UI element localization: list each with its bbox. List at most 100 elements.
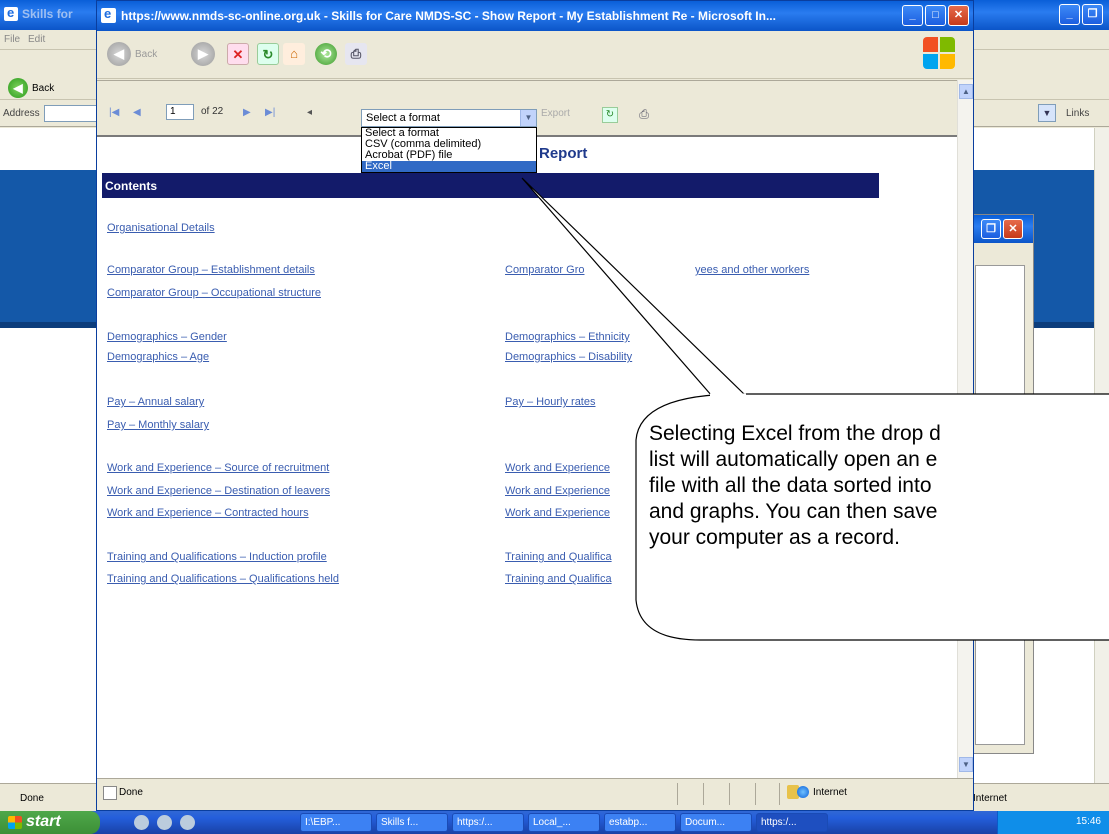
printer-icon: ⎙ xyxy=(345,43,367,65)
report-link[interactable]: Work and Experience xyxy=(505,462,610,474)
report-link[interactable]: Comparator Group – Establishment details xyxy=(107,264,315,276)
minimize-button[interactable]: _ xyxy=(902,5,923,26)
report-link[interactable]: Work and Experience xyxy=(505,507,610,519)
close-button[interactable]: ✕ xyxy=(1003,219,1023,239)
background-status-done: Done xyxy=(20,793,44,804)
chevron-down-icon[interactable]: ▼ xyxy=(520,110,536,126)
forward-button[interactable]: ▶ xyxy=(191,41,215,67)
task-button[interactable]: I:\EBP... xyxy=(300,813,372,832)
format-option-selected[interactable]: Excel xyxy=(362,161,536,172)
task-button[interactable]: Skills f... xyxy=(376,813,448,832)
next-page-icon[interactable]: ▶ xyxy=(243,107,251,118)
report-link[interactable]: Comparator Group – Occupational structur… xyxy=(107,287,321,299)
report-link[interactable]: Pay – Annual salary xyxy=(107,396,204,408)
report-link[interactable]: Work and Experience – Contracted hours xyxy=(107,507,309,519)
report-link[interactable]: yees and other workers xyxy=(695,264,809,276)
report-link[interactable]: Work and Experience – Source of recruitm… xyxy=(107,462,329,474)
task-button-active[interactable]: https:/... xyxy=(756,813,828,832)
report-link[interactable]: Work and Experience – Destination of lea… xyxy=(107,485,330,497)
last-page-icon[interactable]: ▶| xyxy=(265,107,275,118)
back-to-parent-icon[interactable]: ◂ xyxy=(307,107,312,118)
report-link[interactable]: Training and Qualifica xyxy=(505,573,612,585)
popup-window-title: https://www.nmds-sc-online.org.uk - Skil… xyxy=(121,9,776,23)
task-button[interactable]: Local_... xyxy=(528,813,600,832)
background-window-title: Skills for xyxy=(22,7,73,21)
report-link[interactable]: Demographics – Disability xyxy=(505,351,632,363)
task-list: I:\EBP... Skills f... https:/... Local_.… xyxy=(300,813,828,832)
print-button[interactable]: ⎙ xyxy=(345,41,367,67)
task-button[interactable]: Docum... xyxy=(680,813,752,832)
report-link[interactable]: Pay – Monthly salary xyxy=(107,419,209,431)
report-link[interactable]: Demographics – Gender xyxy=(107,331,227,343)
report-link[interactable]: Training and Qualifica xyxy=(505,551,612,563)
popup-status-done: Done xyxy=(119,787,143,798)
restore-button[interactable]: ❐ xyxy=(1082,4,1103,25)
ie-icon xyxy=(4,5,18,21)
quick-launch xyxy=(134,815,195,830)
system-tray: 15:46 xyxy=(997,811,1109,834)
address-label: Address xyxy=(3,108,40,119)
quick-launch-icon[interactable] xyxy=(157,815,172,830)
clock: 15:46 xyxy=(1075,816,1101,827)
windows-flag-icon xyxy=(8,816,22,829)
back-arrow-icon: ◀ xyxy=(107,42,131,66)
history-icon: ⟲ xyxy=(315,43,337,65)
previous-page-icon[interactable]: ◀ xyxy=(133,107,141,118)
report-popup-window: https://www.nmds-sc-online.org.uk - Skil… xyxy=(96,0,974,811)
windows-logo-icon xyxy=(923,37,959,73)
report-link[interactable]: Training and Qualifications – Qualificat… xyxy=(107,573,339,585)
address-dropdown-button[interactable]: ▼ xyxy=(1038,104,1056,122)
report-link[interactable]: Training and Qualifications – Induction … xyxy=(107,551,327,563)
forward-arrow-icon: ▶ xyxy=(191,42,215,66)
menu-file[interactable]: File xyxy=(4,34,20,45)
address-input[interactable] xyxy=(44,105,100,122)
minimize-button[interactable]: _ xyxy=(1059,4,1080,25)
report-link[interactable]: Work and Experience xyxy=(505,485,610,497)
format-dropdown-list: Select a format CSV (comma delimited) Ac… xyxy=(361,127,537,173)
task-button[interactable]: estabp... xyxy=(604,813,676,832)
popup-status-bar: Done Internet xyxy=(97,778,973,810)
report-link[interactable]: Demographics – Ethnicity xyxy=(505,331,630,343)
popup-title-bar[interactable]: https://www.nmds-sc-online.org.uk - Skil… xyxy=(97,1,973,31)
report-title: Report xyxy=(539,145,588,162)
close-button[interactable]: ✕ xyxy=(948,5,969,26)
report-link[interactable]: Pay – Hourly rates xyxy=(505,396,595,408)
popup-toolbar: ◀ Back ▶ ✕ ↻ ⌂ ⟲ ⎙ xyxy=(97,31,973,79)
history-button[interactable]: ⟲ xyxy=(315,41,337,67)
page-number-input[interactable]: 1 xyxy=(166,104,194,120)
quick-launch-icon[interactable] xyxy=(134,815,149,830)
refresh-button[interactable]: ↻ xyxy=(257,41,279,67)
back-button[interactable]: ◀ Back xyxy=(107,41,157,67)
popup-status-internet: Internet xyxy=(813,787,847,798)
callout-text: Selecting Excel from the drop d list will… xyxy=(649,422,941,549)
refresh-icon: ↻ xyxy=(257,43,279,65)
home-button[interactable]: ⌂ xyxy=(283,41,305,67)
format-select[interactable]: Select a format ▼ xyxy=(361,109,537,127)
ie-icon xyxy=(101,6,116,23)
globe-icon xyxy=(797,786,809,798)
report-link[interactable]: Organisational Details xyxy=(107,222,215,234)
taskbar: start I:\EBP... Skills f... https:/... L… xyxy=(0,811,1109,834)
back-arrow-icon: ◀ xyxy=(8,78,28,98)
links-label[interactable]: Links xyxy=(1066,108,1089,119)
export-link[interactable]: Export xyxy=(541,108,570,119)
quick-launch-icon[interactable] xyxy=(180,815,195,830)
refresh-report-icon[interactable]: ↻ xyxy=(602,107,618,123)
report-link[interactable]: Demographics – Age xyxy=(107,351,209,363)
print-report-icon[interactable]: ⎙ xyxy=(635,107,653,123)
report-link[interactable]: Comparator Gro xyxy=(505,264,584,276)
task-button[interactable]: https:/... xyxy=(452,813,524,832)
restore-button[interactable]: ❐ xyxy=(981,219,1001,239)
menu-edit[interactable]: Edit xyxy=(28,34,45,45)
stop-icon: ✕ xyxy=(227,43,249,65)
maximize-button[interactable]: □ xyxy=(925,5,946,26)
floating-window-title-bar[interactable]: ❐ ✕ xyxy=(967,215,1033,243)
stop-button[interactable]: ✕ xyxy=(227,41,249,67)
scroll-down-icon[interactable]: ▼ xyxy=(959,757,973,772)
scroll-up-icon[interactable]: ▲ xyxy=(959,84,973,99)
first-page-icon[interactable]: |◀ xyxy=(109,107,119,118)
background-back-button[interactable]: ◀ Back xyxy=(8,78,54,98)
start-button[interactable]: start xyxy=(0,811,100,834)
page-count: of 22 xyxy=(201,106,224,117)
contents-header: Contents xyxy=(102,173,879,198)
